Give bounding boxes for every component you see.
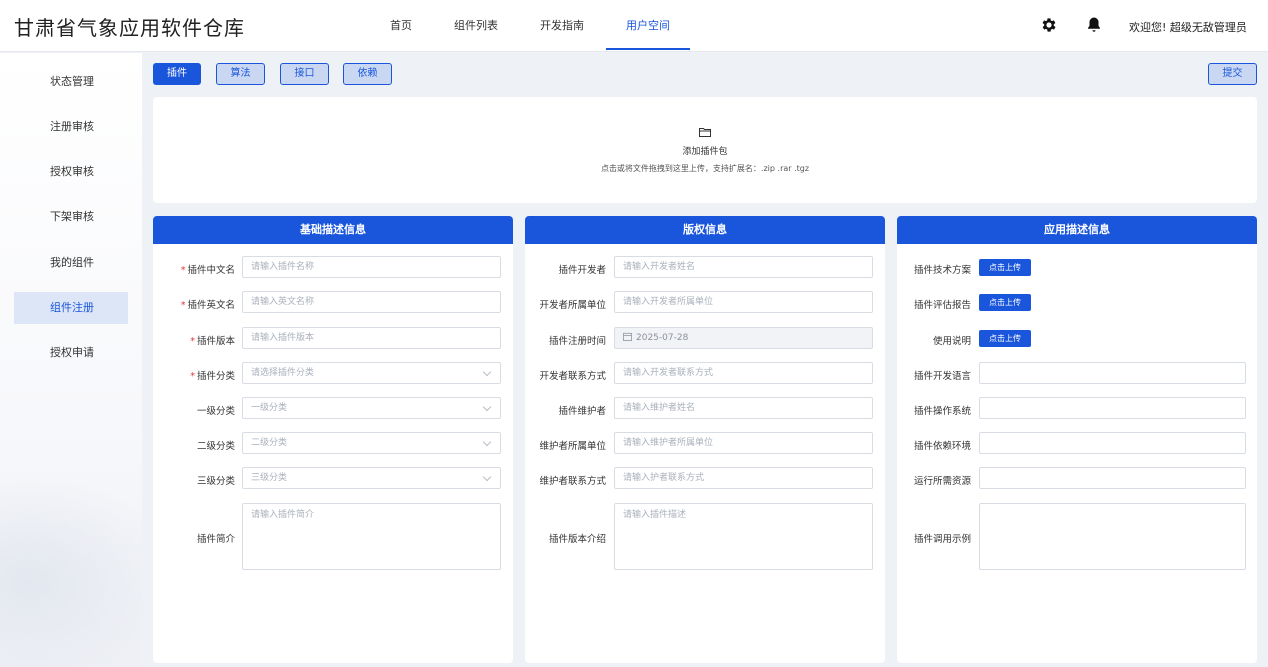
plugin-intro-textarea[interactable]: 请输入插件简介 — [242, 503, 501, 570]
dependency-env-input[interactable] — [979, 432, 1246, 454]
plugin-en-name-input[interactable]: 请输入英文名称 — [242, 291, 501, 313]
sidebar-item-auth-apply[interactable]: 授权申请 — [14, 337, 128, 369]
field-label: 插件开发语言 — [913, 371, 971, 382]
submit-button[interactable]: 提交 — [1208, 63, 1257, 85]
plugin-category-select[interactable]: 请选择插件分类 — [242, 362, 501, 384]
maintainer-name-input[interactable]: 请输入维护者姓名 — [614, 397, 873, 419]
copyright-info-panel: 版权信息 插件开发者 请输入开发者姓名 开发者所属单位 请输入开发者所属单位 插… — [525, 216, 885, 663]
field-label: 插件评估报告 — [913, 300, 971, 311]
field-label: 插件版本介绍 — [548, 534, 606, 545]
sidebar-item-offline-review[interactable]: 下架审核 — [14, 201, 128, 233]
field-label: 一级分类 — [196, 406, 235, 417]
plugin-upload-dropzone[interactable]: 添加插件包 点击或将文件拖拽到这里上传，支持扩展名：.zip .rar .tgz — [153, 97, 1257, 203]
app-title: 甘肃省气象应用软件仓库 — [14, 16, 245, 40]
field-label: 插件开发者 — [558, 265, 606, 276]
upload-manual-button[interactable]: 点击上传 — [979, 330, 1031, 347]
main-nav: 首页 组件列表 开发指南 用户空间 — [390, 0, 712, 52]
field-label: * 插件中文名 — [180, 265, 235, 276]
tab-plugin[interactable]: 插件 — [153, 63, 201, 85]
tab-algorithm[interactable]: 算法 — [216, 63, 265, 85]
call-example-textarea[interactable] — [979, 503, 1246, 570]
upload-tech-plan-button[interactable]: 点击上传 — [979, 259, 1031, 276]
upload-hint: 点击或将文件拖拽到这里上传，支持扩展名：.zip .rar .tgz — [600, 164, 810, 173]
dev-language-input[interactable] — [979, 362, 1246, 384]
field-label: 维护者所属单位 — [539, 441, 606, 452]
panel-title: 版权信息 — [525, 216, 885, 244]
register-date-input: 2025-07-28 — [614, 327, 873, 349]
field-label: 插件技术方案 — [913, 265, 971, 276]
field-label: * 插件英文名 — [180, 300, 235, 311]
sidebar-item-register-review[interactable]: 注册审核 — [14, 111, 128, 143]
nav-home[interactable]: 首页 — [390, 0, 412, 52]
top-header: 甘肃省气象应用软件仓库 首页 组件列表 开发指南 用户空间 欢迎您! 超级无敌管… — [0, 0, 1268, 52]
version-intro-textarea[interactable]: 请输入插件描述 — [614, 503, 873, 570]
field-label: * 插件版本 — [190, 336, 235, 347]
sidebar-item-status[interactable]: 状态管理 — [14, 66, 128, 98]
app-desc-panel: 应用描述信息 插件技术方案 点击上传 插件评估报告 点击上传 使用说明 点击上传… — [897, 216, 1257, 663]
upload-title: 添加插件包 — [682, 147, 728, 157]
developer-org-input[interactable]: 请输入开发者所属单位 — [614, 291, 873, 313]
field-label: 运行所需资源 — [913, 476, 971, 487]
bell-icon[interactable] — [1085, 16, 1103, 34]
nav-user-space[interactable]: 用户空间 — [606, 0, 690, 52]
panel-title: 应用描述信息 — [897, 216, 1257, 244]
category-level3-select[interactable]: 三级分类 — [242, 467, 501, 489]
field-label: 插件简介 — [196, 534, 235, 545]
field-label: 开发者联系方式 — [539, 371, 606, 382]
sidebar: 状态管理 注册审核 授权审核 下架审核 我的组件 组件注册 授权申请 — [0, 53, 142, 667]
field-label: * 插件分类 — [190, 371, 235, 382]
field-label: 插件调用示例 — [913, 534, 971, 545]
runtime-resources-input[interactable] — [979, 467, 1246, 489]
nav-component-list[interactable]: 组件列表 — [454, 0, 498, 52]
field-label: 维护者联系方式 — [539, 476, 606, 487]
welcome-text: 欢迎您! 超级无敌管理员 — [1129, 21, 1247, 34]
field-label: 插件注册时间 — [548, 336, 606, 347]
category-level2-select[interactable]: 二级分类 — [242, 432, 501, 454]
field-label: 插件操作系统 — [913, 406, 971, 417]
field-label: 开发者所属单位 — [539, 300, 606, 311]
plugin-version-input[interactable]: 请输入插件版本 — [242, 327, 501, 349]
field-label: 使用说明 — [932, 336, 971, 347]
calendar-icon — [623, 332, 632, 341]
tab-interface[interactable]: 接口 — [280, 63, 329, 85]
panel-title: 基础描述信息 — [153, 216, 513, 244]
os-input[interactable] — [979, 397, 1246, 419]
field-label: 三级分类 — [196, 476, 235, 487]
sidebar-item-my-components[interactable]: 我的组件 — [14, 247, 128, 279]
plugin-cn-name-input[interactable]: 请输入插件名称 — [242, 256, 501, 278]
developer-name-input[interactable]: 请输入开发者姓名 — [614, 256, 873, 278]
category-level1-select[interactable]: 一级分类 — [242, 397, 501, 419]
field-label: 二级分类 — [196, 441, 235, 452]
sidebar-item-component-register[interactable]: 组件注册 — [14, 292, 128, 324]
tab-dependency[interactable]: 依赖 — [343, 63, 392, 85]
upload-eval-report-button[interactable]: 点击上传 — [979, 294, 1031, 311]
folder-icon — [699, 128, 711, 137]
sidebar-item-auth-review[interactable]: 授权审核 — [14, 156, 128, 188]
field-label: 插件依赖环境 — [913, 441, 971, 452]
nav-dev-guide[interactable]: 开发指南 — [540, 0, 584, 52]
basic-info-panel: 基础描述信息 * 插件中文名 请输入插件名称 * 插件英文名 请输入英文名称 * 插件… — [153, 216, 513, 663]
maintainer-contact-input[interactable]: 请输入护者联系方式 — [614, 467, 873, 489]
field-label: 插件维护者 — [558, 406, 606, 417]
gear-icon[interactable] — [1040, 16, 1058, 34]
developer-contact-input[interactable]: 请输入开发者联系方式 — [614, 362, 873, 384]
maintainer-org-input[interactable]: 请输入维护者所属单位 — [614, 432, 873, 454]
